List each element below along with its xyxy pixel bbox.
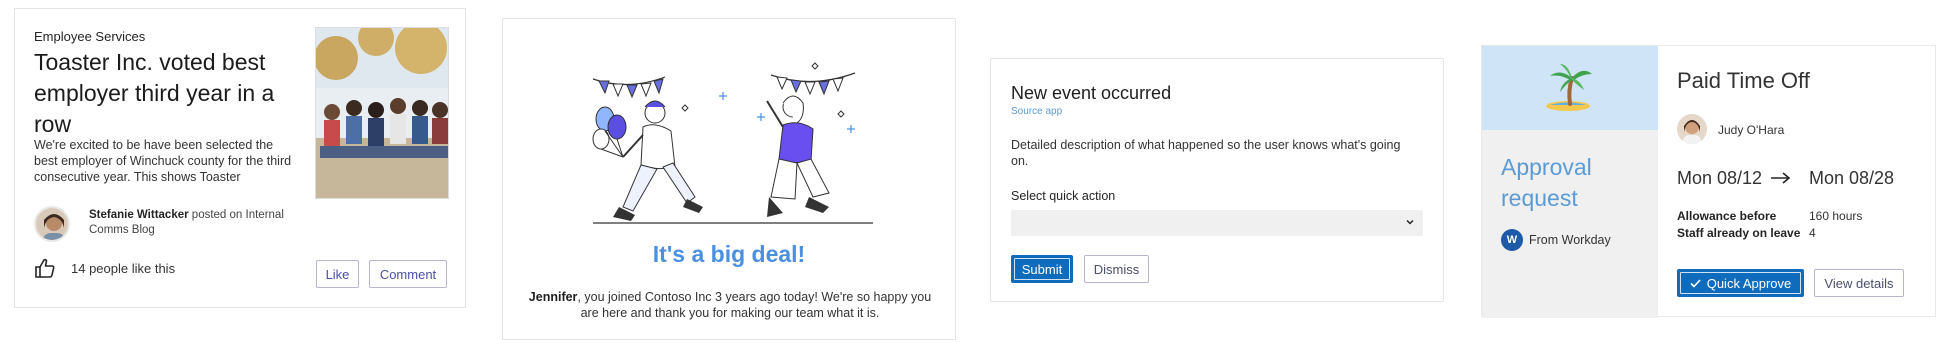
- quick-approve-button[interactable]: Quick Approve: [1677, 269, 1804, 297]
- celebration-illustration: [583, 47, 883, 247]
- comment-button[interactable]: Comment: [369, 260, 447, 288]
- celebration-message: Jennifer, you joined Contoso Inc 3 years…: [523, 289, 937, 321]
- submit-button[interactable]: Submit: [1011, 255, 1073, 283]
- palm-tree-icon: [1546, 64, 1592, 111]
- like-button[interactable]: Like: [316, 260, 359, 288]
- dismiss-button[interactable]: Dismiss: [1084, 255, 1149, 283]
- fact-key: Staff already on leave: [1677, 226, 1801, 240]
- celebration-card: It's a big deal! Jennifer, you joined Co…: [502, 18, 956, 340]
- checkmark-icon: [1690, 278, 1701, 288]
- view-details-button[interactable]: View details: [1814, 269, 1904, 297]
- event-source[interactable]: Source app: [1011, 106, 1062, 117]
- approval-header-panel: [1482, 46, 1658, 130]
- group-photo: [315, 27, 449, 199]
- author-avatar: [34, 206, 70, 242]
- date-to: Mon 08/28: [1809, 168, 1895, 188]
- quick-action-select[interactable]: [1011, 210, 1423, 236]
- date-from: Mon 08/12: [1677, 168, 1763, 188]
- news-category: Employee Services: [34, 29, 146, 44]
- quick-action-label: Select quick action: [1011, 189, 1116, 203]
- likes-count: 14 people like this: [71, 261, 176, 276]
- thumbs-up-icon[interactable]: [34, 258, 56, 278]
- celebrant-name: Jennifer: [528, 290, 578, 304]
- fact-value: 4: [1809, 226, 1816, 240]
- arrow-right-icon: [1771, 172, 1791, 184]
- fact-value: 160 hours: [1809, 209, 1863, 223]
- fact-key: Allowance before: [1677, 209, 1777, 223]
- news-card: Employee Services Toaster Inc. voted bes…: [14, 8, 466, 308]
- event-card: New event occurred Source app Detailed d…: [990, 58, 1444, 302]
- requester-avatar: [1677, 114, 1707, 144]
- approval-card: Approval request W From Workday Paid Tim…: [1481, 45, 1936, 318]
- approval-heading: Approval request: [1501, 154, 1592, 211]
- pto-title: Paid Time Off: [1677, 68, 1810, 93]
- author-line: Stefanie Wittacker posted on Internal Co…: [89, 208, 289, 238]
- celebration-message-text: , you joined Contoso Inc 3 years ago tod…: [577, 290, 932, 320]
- news-body: We're excited to be have been selected t…: [34, 138, 292, 184]
- workday-icon: W: [1501, 229, 1523, 251]
- chevron-down-icon: [1406, 219, 1414, 225]
- celebration-title: It's a big deal!: [652, 241, 806, 267]
- author-name[interactable]: Stefanie Wittacker: [89, 209, 189, 221]
- quick-approve-label: Quick Approve: [1706, 275, 1792, 291]
- requester-name: Judy O'Hara: [1718, 123, 1785, 137]
- event-description: Detailed description of what happened so…: [1011, 138, 1401, 168]
- approval-source: From Workday: [1529, 233, 1611, 247]
- event-title: New event occurred: [1011, 83, 1172, 103]
- news-headline[interactable]: Toaster Inc. voted best employer third y…: [34, 47, 294, 140]
